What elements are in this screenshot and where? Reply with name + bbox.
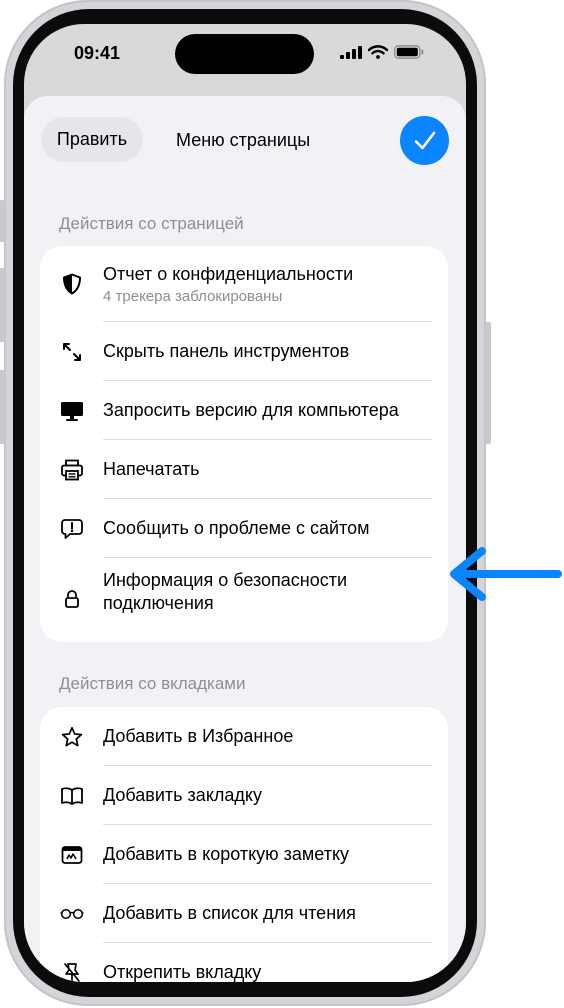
row-label: Запросить версию для компьютера xyxy=(103,400,399,420)
row-label: Добавить в короткую заметку xyxy=(103,844,350,864)
row-label: Добавить в Избранное xyxy=(103,726,294,746)
status-time: 09:41 xyxy=(74,43,121,63)
cellular-signal-icon xyxy=(340,45,362,59)
row-label: Сообщить о проблеме с сайтом xyxy=(103,518,370,538)
row-label: Открепить вкладку xyxy=(103,962,262,982)
volume-up-button xyxy=(0,268,5,342)
screen: 09:41 Править Меню страницы Действия со … xyxy=(24,24,466,982)
status-bar: 09:41 xyxy=(24,24,466,86)
report-issue-row[interactable]: Сообщить о проблеме с сайтом xyxy=(40,499,448,558)
edit-button[interactable]: Править xyxy=(41,117,143,162)
glasses-icon xyxy=(60,902,84,926)
tab-actions-card: Добавить в Избранное Добавить закладку Д… xyxy=(40,707,448,982)
privacy-shield-icon xyxy=(60,272,84,296)
page-actions-title: Действия со страницей xyxy=(59,214,244,233)
row-label: Отчет о конфиденциальности xyxy=(103,264,354,284)
row-label: Напечатать xyxy=(103,459,200,479)
add-reading-list-row[interactable]: Добавить в список для чтения xyxy=(40,884,448,943)
page-menu-sheet: Править Меню страницы Действия со страни… xyxy=(24,96,466,982)
tab-actions-title: Действия со вкладками xyxy=(59,674,246,693)
unpin-tab-row[interactable]: Открепить вкладку xyxy=(40,943,448,982)
callout-arrow-icon xyxy=(450,547,562,601)
row-label: Скрыть панель инструментов xyxy=(103,341,350,361)
print-row[interactable]: Напечатать xyxy=(40,440,448,499)
row-label-line2: подключения xyxy=(103,593,214,613)
status-icons xyxy=(340,45,424,59)
hide-toolbar-row[interactable]: Скрыть панель инструментов xyxy=(40,322,448,381)
row-label: Информация о безопасности xyxy=(103,570,348,590)
tracker-count: 4 трекера заблокированы xyxy=(103,288,283,305)
done-button[interactable] xyxy=(400,116,449,165)
privacy-report-row[interactable]: Отчет о конфиденциальности 4 трекера заб… xyxy=(40,246,448,322)
page-actions-card: Отчет о конфиденциальности 4 трекера заб… xyxy=(40,246,448,642)
side-button xyxy=(485,322,491,444)
report-bubble-icon xyxy=(60,517,84,541)
desktop-icon xyxy=(60,399,84,423)
battery-icon xyxy=(394,45,424,59)
book-icon xyxy=(60,784,84,808)
quick-note-icon xyxy=(60,843,84,867)
add-favorites-row[interactable]: Добавить в Избранное xyxy=(40,707,448,766)
dynamic-island xyxy=(175,34,314,74)
add-bookmark-row[interactable]: Добавить закладку xyxy=(40,766,448,825)
lock-icon xyxy=(60,587,84,611)
connection-security-row[interactable]: Информация о безопасности подключения xyxy=(40,558,448,640)
volume-down-button xyxy=(0,370,5,444)
action-button xyxy=(0,200,5,242)
unpin-icon xyxy=(60,961,84,982)
row-label: Добавить в список для чтения xyxy=(103,903,356,923)
add-quick-note-row[interactable]: Добавить в короткую заметку xyxy=(40,825,448,884)
row-label: Добавить закладку xyxy=(103,785,262,805)
checkmark-icon xyxy=(414,131,435,149)
resize-arrows-icon xyxy=(60,340,84,364)
printer-icon xyxy=(60,458,84,482)
desktop-version-row[interactable]: Запросить версию для компьютера xyxy=(40,381,448,440)
sheet-title: Меню страницы xyxy=(176,130,311,150)
star-icon xyxy=(60,725,84,749)
wifi-icon xyxy=(368,45,388,59)
